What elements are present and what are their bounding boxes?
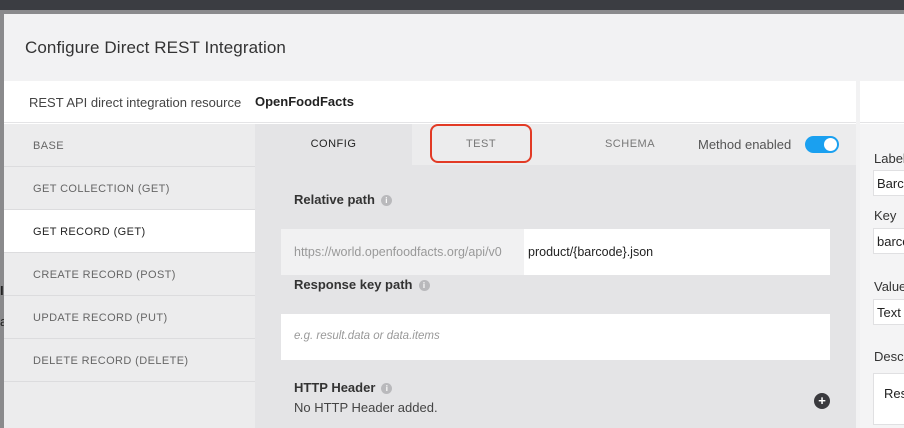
sidebar-item-get-collection[interactable]: GET COLLECTION (GET): [4, 167, 255, 210]
key-field-value: barcode: [877, 234, 904, 249]
app-top-bar: [0, 0, 904, 10]
relative-path-label-text: Relative path: [294, 192, 375, 207]
field-properties-panel: Label Barcode Key barcode Value Text Des…: [860, 81, 904, 428]
base-url-prefix: https://world.openfoodfacts.org/api/v0: [281, 229, 524, 275]
method-sidebar: BASE GET COLLECTION (GET) GET RECORD (GE…: [4, 124, 255, 428]
value-type-value: Text: [877, 305, 901, 320]
sidebar-item-delete-record[interactable]: DELETE RECORD (DELETE): [4, 339, 255, 382]
info-icon[interactable]: i: [381, 383, 393, 394]
description-field-label: Description: [874, 349, 904, 364]
sidebar-item-update-record[interactable]: UPDATE RECORD (PUT): [4, 296, 255, 339]
info-icon[interactable]: i: [418, 280, 430, 291]
label-field-input[interactable]: Barcode: [873, 170, 904, 196]
add-http-header-button[interactable]: +: [814, 393, 830, 409]
sidebar-item-base[interactable]: BASE: [4, 124, 255, 167]
value-field-label: Value: [874, 279, 904, 294]
response-key-path-label: Response key path i: [294, 277, 430, 292]
key-field-input[interactable]: barcode: [873, 228, 904, 254]
relative-path-field: https://world.openfoodfacts.org/api/v0 p…: [281, 229, 830, 275]
response-key-path-label-text: Response key path: [294, 277, 413, 292]
http-header-label-text: HTTP Header: [294, 380, 376, 395]
modal-title: Configure Direct REST Integration: [25, 38, 286, 57]
method-config-content: CONFIG TEST SCHEMA Method enabled Relati…: [255, 124, 856, 428]
key-field-label: Key: [874, 208, 897, 223]
resource-row: REST API direct integration resource Ope…: [4, 81, 856, 123]
toggle-knob: [824, 138, 837, 151]
relative-path-label: Relative path i: [294, 192, 392, 207]
description-textarea[interactable]: Res: [873, 373, 904, 425]
relative-path-input[interactable]: product/{barcode}.json: [528, 245, 653, 259]
label-field-label: Label: [874, 151, 904, 166]
test-tab-highlight: [430, 124, 532, 163]
right-panel-header: [860, 81, 904, 123]
description-value: Res: [884, 386, 904, 401]
resource-label: REST API direct integration resource: [29, 95, 242, 110]
sidebar-item-create-record[interactable]: CREATE RECORD (POST): [4, 253, 255, 296]
integration-panel: REST API direct integration resource Ope…: [4, 81, 856, 428]
value-type-select[interactable]: Text: [873, 299, 904, 325]
response-key-path-placeholder: e.g. result.data or data.items: [294, 330, 440, 342]
sidebar-item-get-record[interactable]: GET RECORD (GET): [4, 210, 255, 253]
plus-circle-icon: +: [818, 393, 826, 408]
http-header-label: HTTP Header i: [294, 380, 393, 395]
resource-name: OpenFoodFacts: [255, 94, 354, 109]
configure-integration-modal: Configure Direct REST Integration REST A…: [4, 14, 904, 428]
tab-bar: CONFIG TEST SCHEMA Method enabled: [255, 124, 856, 165]
info-icon[interactable]: i: [380, 195, 392, 206]
http-header-empty-text: No HTTP Header added.: [294, 400, 438, 415]
response-key-path-input[interactable]: e.g. result.data or data.items: [281, 314, 830, 360]
tab-config[interactable]: CONFIG: [255, 124, 412, 165]
method-enabled-toggle[interactable]: [805, 136, 839, 153]
label-field-value: Barcode: [877, 176, 904, 191]
tab-schema[interactable]: SCHEMA: [585, 124, 675, 165]
method-enabled-label: Method enabled: [698, 137, 792, 152]
